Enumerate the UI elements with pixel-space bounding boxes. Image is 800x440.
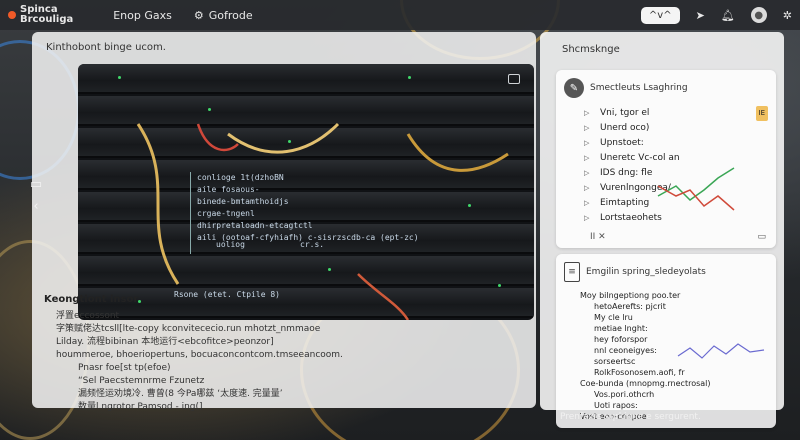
top-bar: Spinca Brcouliga Enop Gaxs ⚙ Gofrode ^v^… — [0, 0, 800, 30]
rack-label: uoliog — [216, 240, 245, 249]
log-card-line: hetoAerefts: pjcrit — [594, 302, 666, 311]
log-line: 漏频怪运劝境冷. 曹曾(8 今Pa哪兹 ‘太度速. 完量量’ — [78, 389, 283, 399]
log-line: “Sel Paecstemnrme Fzunetz — [78, 376, 205, 386]
settings-icon[interactable]: ✲ — [783, 9, 792, 22]
log-line: 浮置eccossont — [56, 311, 120, 321]
caret-right-icon: ▷ — [584, 109, 590, 117]
brand-line2: Brcouliga — [20, 14, 74, 25]
caret-right-icon: ▷ — [584, 124, 590, 132]
caret-right-icon: ▷ — [584, 139, 590, 147]
caret-right-icon: ▷ — [584, 199, 590, 207]
terminal-line: crgae-tngenl — [197, 209, 255, 218]
tree-item[interactable]: ▷ Unerd oco) — [584, 121, 768, 136]
terminal-line: binede-bmtamthoidjs — [197, 197, 289, 206]
brand-logo-icon — [8, 11, 16, 19]
nav-item-label: Enop Gaxs — [113, 8, 172, 22]
send-icon[interactable]: ➤ — [696, 9, 705, 22]
bottom-caption: Prenfazrs sqrkione e sergurent. — [560, 412, 701, 422]
camera-icon[interactable] — [508, 74, 520, 84]
server-rack-image: conlioge 1t(dzhoBN aile fosaous- binede-… — [78, 64, 534, 320]
log-line: Pnasr foe[st tp(efoe) — [78, 363, 171, 373]
trend-sparkline — [657, 167, 735, 211]
nav-item-first[interactable]: Enop Gaxs — [113, 9, 172, 22]
tree-badge: IE — [755, 106, 768, 121]
right-panel-title: Shcmsknge — [562, 44, 620, 55]
card-footer: II ✕ ▭ — [556, 230, 776, 248]
panel-title: Kinthobont binge ucom. — [46, 42, 166, 53]
log-line: Lilday. 流程bibinan 本地运行<ebcofitce>peonzor… — [56, 337, 274, 347]
log-title: Keongtiont insor — [44, 294, 139, 305]
caret-right-icon: ▷ — [584, 169, 590, 177]
card-title: Emgilin spring_sledeyolats — [586, 267, 706, 277]
caret-right-icon: ▷ — [584, 214, 590, 222]
log-line: 字策赋佬达tcsll[lte-copy kconvitececio.run mh… — [56, 324, 321, 334]
avatar[interactable]: ● — [750, 7, 767, 23]
log-card-line: My cle lru — [594, 313, 633, 322]
expand-icon[interactable]: ▭ — [757, 232, 766, 242]
settings-card: ✎ Smectleuts Lsaghring ▷ Vni, tgor el IE ▷… — [556, 70, 776, 248]
terminal-line: dhirpretaloadn-etcagtctl — [197, 221, 313, 230]
tree-item[interactable]: ▷ Uneretc Vc-col an — [584, 151, 768, 166]
log-line: 数量l.ngrotor Pamsod - ing(] — [78, 402, 203, 412]
bell-icon[interactable]: 🔔︎ — [721, 9, 735, 22]
status-pill[interactable]: ^v^ — [640, 6, 680, 24]
right-panel: Shcmsknge ✎ Smectleuts Lsaghring ▷ Vni, t… — [540, 32, 784, 428]
main-panel: Kinthobont binge ucom. conlioge 1t(dzhoB… — [32, 32, 536, 412]
caret-right-icon: ▷ — [584, 184, 590, 192]
tree-item[interactable]: ▷ Upnstoet: — [584, 136, 768, 151]
terminal-line: conlioge 1t(dzhoBN — [197, 173, 284, 182]
log-card-line: Vos.pori.othcrh — [594, 390, 655, 399]
log-card-line: Coe-bunda (mnopmg.rnectrosal) — [580, 379, 711, 388]
gear-icon: ⚙ — [193, 8, 204, 22]
log-card-line: metiae lnght: — [594, 324, 648, 333]
card-title: Smectleuts Lsaghring — [590, 83, 688, 93]
rack-label: cr.s. — [300, 240, 325, 249]
nav-item-second[interactable]: ⚙ Gofrode — [194, 9, 253, 22]
log-card-line: RolkFosonosem.aofi, fr — [594, 368, 685, 377]
caret-right-icon: ▷ — [584, 154, 590, 162]
log-panel: 浮置eccossont 字策赋佬达tcsll[lte-copy kconvite… — [56, 310, 526, 414]
document-icon: ≡ — [564, 262, 580, 282]
card-footer-controls[interactable]: II ✕ — [590, 232, 606, 242]
log-card: ≡ Emgilin spring_sledeyolats Moy bilngep… — [556, 254, 776, 428]
log-card-line: Uoti rapos: — [594, 401, 638, 410]
pencil-icon[interactable]: ✎ — [564, 78, 584, 98]
rack-footer: Rsone (etet. Ctpile 8) — [174, 290, 280, 299]
tree-item[interactable]: ▷ Vni, tgor el IE — [584, 106, 768, 121]
topbar-actions: ^v^ ➤ 🔔︎ ● ✲ — [640, 6, 792, 24]
log-line: hoummeroe, bhoeriopertuns, bocuaconcontc… — [56, 350, 343, 360]
wave-sparkline — [677, 343, 765, 359]
nav-item-label: Gofrode — [208, 8, 253, 22]
terminal-line: aile fosaous- — [197, 185, 260, 194]
brand[interactable]: Spinca Brcouliga — [8, 5, 73, 25]
log-card-line: Moy bilngeptiong poo.ter — [580, 291, 681, 300]
